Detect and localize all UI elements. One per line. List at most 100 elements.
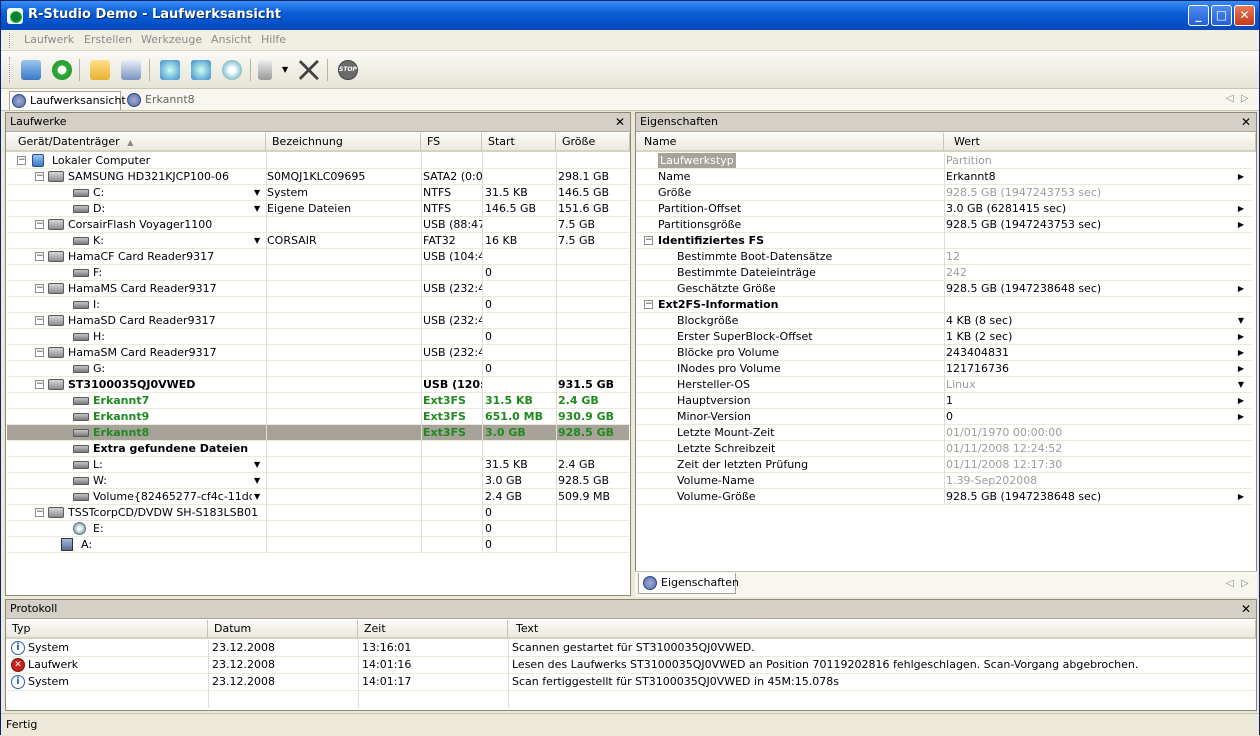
drive-row[interactable]: − Lokaler Computer: [7, 153, 629, 169]
column-header-device[interactable]: Gerät/Datenträger ▲: [6, 133, 266, 152]
region-button[interactable]: [255, 57, 281, 83]
close-button[interactable]: ✕: [1234, 5, 1255, 26]
collapse-icon[interactable]: −: [35, 220, 44, 229]
drive-row[interactable]: − HamaSM Card Reader9317 USB (232:47): [7, 345, 629, 361]
recover-marked-button[interactable]: [188, 57, 214, 83]
expand-arrow-icon[interactable]: ▶: [1238, 281, 1244, 296]
recover-button[interactable]: [157, 57, 183, 83]
dropdown-arrow-icon[interactable]: ▼: [254, 473, 260, 488]
column-header-name[interactable]: Name: [636, 133, 944, 152]
cell-fs: USB (232:47): [423, 346, 483, 359]
drive-row[interactable]: − HamaSD Card Reader9317 USB (232:47): [7, 313, 629, 329]
drive-row[interactable]: G: 0: [7, 361, 629, 377]
column-header-text[interactable]: Text: [508, 620, 1256, 639]
region-dropdown-icon[interactable]: ▼: [282, 65, 288, 74]
drive-row[interactable]: Volume{82465277-cf4c-11dd-b… 2.4 GB 509.9 …: [7, 489, 629, 505]
close-panel-icon[interactable]: ✕: [615, 113, 625, 131]
drive-row[interactable]: − ST3100035QJ0VWED USB (120:47) 931.5 GB: [7, 377, 629, 393]
column-header-start[interactable]: Start: [482, 133, 556, 152]
column-header-type[interactable]: Typ: [6, 620, 208, 639]
collapse-icon[interactable]: −: [35, 252, 44, 261]
dropdown-arrow-icon[interactable]: ▼: [254, 185, 260, 200]
column-header-label[interactable]: Bezeichnung: [266, 133, 421, 152]
log-row[interactable]: i System 23.12.2008 14:01:17 Scan fertiggest…: [7, 674, 1255, 691]
column-header-date[interactable]: Datum: [208, 620, 358, 639]
drive-row[interactable]: K: CORSAIR FAT32 16 KB 7.5 GB ▼: [7, 233, 629, 249]
log-row[interactable]: ✕ Laufwerk 23.12.2008 14:01:16 Lesen des Lau…: [7, 657, 1255, 674]
expand-arrow-icon[interactable]: ▶: [1238, 329, 1244, 344]
close-panel-icon[interactable]: ✕: [1241, 113, 1251, 131]
collapse-icon[interactable]: −: [35, 284, 44, 293]
tab-scroll-left-icon[interactable]: ◁: [1226, 578, 1234, 589]
column-header-fs[interactable]: FS: [421, 133, 482, 152]
drive-row[interactable]: H: 0: [7, 329, 629, 345]
collapse-icon[interactable]: −: [35, 380, 44, 389]
column-header-size[interactable]: Größe: [556, 133, 630, 152]
log-row[interactable]: i System 23.12.2008 13:16:01 Scannen gestart…: [7, 640, 1255, 657]
drive-row[interactable]: C: System NTFS 31.5 KB 146.5 GB ▼: [7, 185, 629, 201]
column-header-time[interactable]: Zeit: [358, 620, 508, 639]
refresh-button[interactable]: [49, 57, 75, 83]
disconnect-button[interactable]: [296, 57, 322, 83]
drive-row[interactable]: Erkannt7 Ext3FS 31.5 KB 2.4 GB: [7, 393, 629, 409]
drive-row[interactable]: Erkannt9 Ext3FS 651.0 MB 930.9 GB: [7, 409, 629, 425]
expand-arrow-icon[interactable]: ▶: [1238, 217, 1244, 232]
drive-row[interactable]: I: 0: [7, 297, 629, 313]
drive-row[interactable]: D: Eigene Dateien NTFS 146.5 GB 151.6 GB ▼: [7, 201, 629, 217]
column-header-value[interactable]: Wert: [944, 133, 1256, 152]
collapse-icon[interactable]: −: [35, 172, 44, 181]
menu-laufwerk[interactable]: Laufwerk: [24, 33, 74, 46]
tab-scroll-right-icon[interactable]: ▷: [1241, 93, 1249, 104]
property-name: Volume-Größe: [677, 490, 756, 503]
dropdown-arrow-icon[interactable]: ▼: [254, 201, 260, 216]
create-image-button[interactable]: [219, 57, 245, 83]
drive-row[interactable]: A: 0: [7, 537, 629, 553]
tab-eigenschaften[interactable]: Eigenschaften: [638, 573, 739, 594]
expand-arrow-icon[interactable]: ▶: [1238, 169, 1244, 184]
expand-arrow-icon[interactable]: ▶: [1238, 393, 1244, 408]
collapse-icon[interactable]: −: [17, 156, 26, 165]
dropdown-arrow-icon[interactable]: ▼: [1238, 377, 1244, 392]
open-drive-files-button[interactable]: [87, 57, 113, 83]
tab-scroll-right-icon[interactable]: ▷: [1241, 578, 1249, 589]
menu-werkzeuge[interactable]: Werkzeuge: [141, 33, 202, 46]
drive-row[interactable]: − TSSTcorpCD/DVDW SH-S183LSB01 0: [7, 505, 629, 521]
expand-arrow-icon[interactable]: ▶: [1238, 409, 1244, 424]
expand-arrow-icon[interactable]: ▶: [1238, 489, 1244, 504]
drive-row[interactable]: − HamaCF Card Reader9317 USB (104:47): [7, 249, 629, 265]
collapse-icon[interactable]: −: [35, 348, 44, 357]
dropdown-arrow-icon[interactable]: ▼: [1238, 313, 1244, 328]
drive-row[interactable]: E: 0: [7, 521, 629, 537]
collapse-icon[interactable]: −: [644, 236, 653, 245]
drive-row[interactable]: Extra gefundene Dateien: [7, 441, 629, 457]
drive-row[interactable]: − CorsairFlash Voyager1100 USB (88:47) 7.5 …: [7, 217, 629, 233]
tab-laufwerksansicht[interactable]: Laufwerksansicht: [9, 91, 126, 110]
drive-row[interactable]: L: 31.5 KB 2.4 GB ▼: [7, 457, 629, 473]
dropdown-arrow-icon[interactable]: ▼: [254, 457, 260, 472]
collapse-icon[interactable]: −: [35, 508, 44, 517]
collapse-icon[interactable]: −: [644, 300, 653, 309]
drive-row[interactable]: − HamaMS Card Reader9317 USB (232:47): [7, 281, 629, 297]
tab-scroll-left-icon[interactable]: ◁: [1226, 93, 1234, 104]
menu-hilfe[interactable]: Hilfe: [261, 33, 286, 46]
expand-arrow-icon[interactable]: ▶: [1238, 201, 1244, 216]
expand-arrow-icon[interactable]: ▶: [1238, 361, 1244, 376]
expand-arrow-icon[interactable]: ▶: [1238, 345, 1244, 360]
stop-button[interactable]: STOP: [335, 57, 361, 83]
title-bar[interactable]: R-Studio Demo - Laufwerksansicht _ □ ✕: [1, 1, 1259, 30]
collapse-icon[interactable]: −: [35, 316, 44, 325]
dropdown-arrow-icon[interactable]: ▼: [254, 489, 260, 504]
drive-row[interactable]: − SAMSUNG HD321KJCP100-06 S0MQJ1KLC09695 SA…: [7, 169, 629, 185]
dropdown-arrow-icon[interactable]: ▼: [254, 233, 260, 248]
close-panel-icon[interactable]: ✕: [1241, 600, 1251, 618]
scan-button[interactable]: [118, 57, 144, 83]
drive-row[interactable]: F: 0: [7, 265, 629, 281]
drive-row[interactable]: W: 3.0 GB 928.5 GB ▼: [7, 473, 629, 489]
maximize-button[interactable]: □: [1211, 5, 1232, 26]
tab-erkannt8[interactable]: Erkannt8: [125, 91, 195, 110]
minimize-button[interactable]: _: [1188, 5, 1209, 26]
menu-ansicht[interactable]: Ansicht: [211, 33, 252, 46]
connect-computer-button[interactable]: [18, 57, 44, 83]
menu-erstellen[interactable]: Erstellen: [84, 33, 132, 46]
selected-drive-row[interactable]: Erkannt8 Ext3FS 3.0 GB 928.5 GB: [7, 425, 629, 441]
